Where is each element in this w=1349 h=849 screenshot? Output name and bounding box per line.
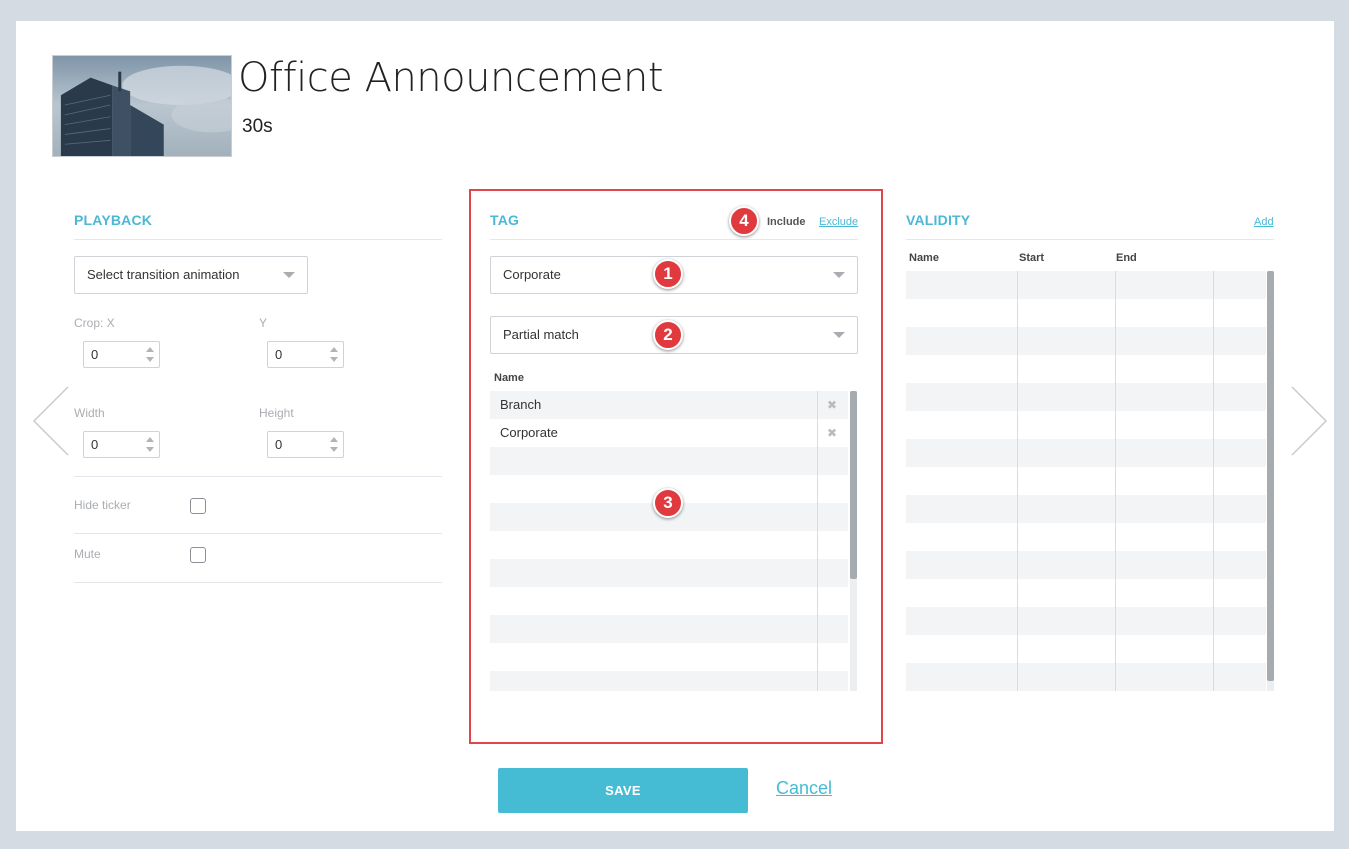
- divider: [74, 533, 442, 534]
- tag-divider: [490, 239, 858, 240]
- table-row: [906, 551, 1266, 579]
- callout-badge-1: 1: [653, 259, 683, 289]
- playback-divider: [74, 239, 442, 240]
- crop-x-value: 0: [91, 347, 99, 362]
- crop-x-label: Crop: X: [74, 316, 115, 330]
- include-toggle[interactable]: Include: [767, 216, 806, 228]
- page-title: Office Announcement: [238, 55, 664, 101]
- tag-name: Corporate: [500, 425, 558, 440]
- crop-x-stepper[interactable]: 0: [83, 341, 160, 368]
- crop-y-label: Y: [259, 316, 268, 330]
- table-row: [906, 271, 1266, 299]
- validity-scrollbar-thumb[interactable]: [1267, 271, 1274, 681]
- height-label: Height: [259, 406, 294, 420]
- empty-row: [490, 559, 848, 587]
- column-divider: [1017, 271, 1018, 691]
- stepper-up-icon[interactable]: [330, 347, 338, 352]
- add-validity-link[interactable]: Add: [1254, 216, 1274, 228]
- table-row: [906, 663, 1266, 691]
- empty-row: [490, 615, 848, 643]
- hide-ticker-checkbox[interactable]: [190, 498, 206, 514]
- tag-section-title: TAG: [490, 212, 520, 228]
- column-divider: [1115, 271, 1116, 691]
- hide-ticker-label: Hide ticker: [74, 498, 131, 512]
- transition-animation-value: Select transition animation: [87, 267, 240, 282]
- table-row: [906, 327, 1266, 355]
- callout-badge-2: 2: [653, 320, 683, 350]
- crop-y-value: 0: [275, 347, 283, 362]
- content-card: Office Announcement 30s PLAYBACK Select …: [16, 21, 1334, 831]
- validity-name-header: Name: [909, 252, 939, 264]
- remove-tag-icon[interactable]: ✖: [827, 398, 837, 412]
- duration-label: 30s: [242, 116, 273, 137]
- save-button[interactable]: SAVE: [498, 768, 748, 813]
- announcement-thumbnail: [52, 55, 232, 157]
- chevron-down-icon: [833, 272, 845, 278]
- height-stepper[interactable]: 0: [267, 431, 344, 458]
- divider: [74, 582, 442, 583]
- stepper-down-icon[interactable]: [146, 447, 154, 452]
- crop-y-stepper[interactable]: 0: [267, 341, 344, 368]
- cancel-link[interactable]: Cancel: [776, 778, 832, 799]
- width-stepper[interactable]: 0: [83, 431, 160, 458]
- tag-name: Branch: [500, 397, 542, 412]
- tag-name-column-header: Name: [494, 372, 524, 384]
- list-item[interactable]: Branch: [490, 391, 848, 419]
- validity-divider: [906, 239, 1274, 240]
- height-value: 0: [275, 437, 283, 452]
- divider: [74, 476, 442, 477]
- exclude-link[interactable]: Exclude: [819, 216, 858, 228]
- table-row: [906, 439, 1266, 467]
- tag-list: Branch Corporate ✖ ✖: [490, 391, 848, 691]
- callout-badge-4: 4: [729, 206, 759, 236]
- remove-tag-icon[interactable]: ✖: [827, 426, 837, 440]
- stepper-up-icon[interactable]: [146, 437, 154, 442]
- stepper-down-icon[interactable]: [330, 357, 338, 362]
- validity-start-header: Start: [1019, 252, 1045, 264]
- transition-animation-select[interactable]: Select transition animation: [74, 256, 308, 294]
- chevron-down-icon: [833, 332, 845, 338]
- mute-checkbox[interactable]: [190, 547, 206, 563]
- width-label: Width: [74, 406, 105, 420]
- empty-row: [490, 447, 848, 475]
- match-mode-value: Partial match: [503, 327, 579, 342]
- playback-section-title: PLAYBACK: [74, 212, 153, 228]
- stepper-down-icon[interactable]: [146, 357, 154, 362]
- list-item[interactable]: Corporate: [490, 419, 848, 447]
- empty-row: [490, 671, 848, 691]
- table-row: [906, 495, 1266, 523]
- previous-arrow-icon[interactable]: [32, 385, 72, 457]
- next-arrow-icon[interactable]: [1288, 385, 1328, 457]
- stepper-up-icon[interactable]: [146, 347, 154, 352]
- tag-list-scrollbar-thumb[interactable]: [850, 391, 857, 579]
- tag-select-value: Corporate: [503, 267, 561, 282]
- validity-table: [906, 271, 1266, 691]
- column-divider: [817, 391, 818, 691]
- mute-label: Mute: [74, 547, 101, 561]
- column-divider: [1213, 271, 1214, 691]
- chevron-down-icon: [283, 272, 295, 278]
- callout-badge-3: 3: [653, 488, 683, 518]
- table-row: [906, 607, 1266, 635]
- table-row: [906, 383, 1266, 411]
- validity-section-title: VALIDITY: [906, 212, 971, 228]
- validity-end-header: End: [1116, 252, 1137, 264]
- stepper-down-icon[interactable]: [330, 447, 338, 452]
- width-value: 0: [91, 437, 99, 452]
- stepper-up-icon[interactable]: [330, 437, 338, 442]
